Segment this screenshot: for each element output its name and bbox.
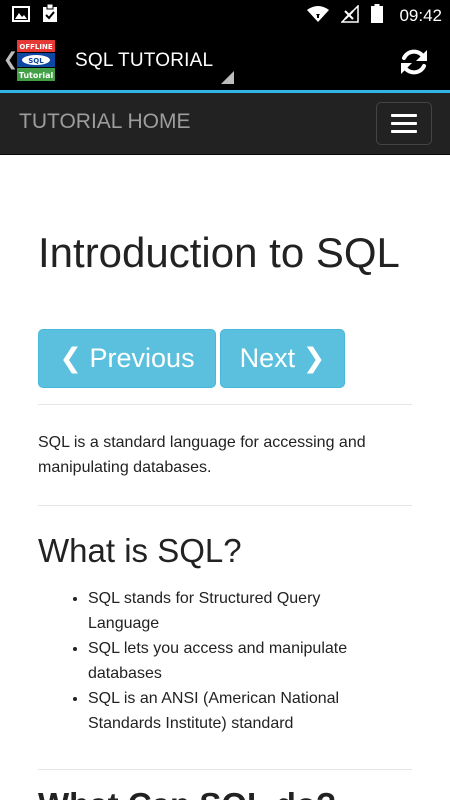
hamburger-bar — [391, 122, 417, 125]
image-icon — [12, 5, 30, 27]
status-right: 09:42 — [307, 3, 442, 28]
navbar-toggle-button[interactable] — [376, 102, 432, 145]
previous-button[interactable]: ❮ Previous — [38, 329, 216, 388]
list-item: SQL lets you access and manipulate datab… — [88, 636, 388, 686]
divider — [38, 505, 412, 506]
app-title[interactable]: SQL TUTORIAL — [75, 50, 213, 72]
signal-icon — [340, 3, 360, 28]
logo-line3: Tutorial — [19, 71, 54, 80]
status-bar: 09:42 — [0, 0, 450, 32]
dropdown-triangle-icon[interactable] — [221, 71, 234, 84]
navbar-brand[interactable]: TUTORIAL HOME — [19, 110, 191, 134]
status-time: 09:42 — [399, 6, 442, 25]
navbar: TUTORIAL HOME — [0, 93, 450, 155]
list-item: SQL stands for Structured Query Language — [88, 586, 388, 636]
refresh-button[interactable] — [394, 42, 434, 82]
hamburger-menu-icon — [391, 114, 417, 117]
screen: 09:42 ❮ OFFLINE SQL Tutorial SQL TUTORIA… — [0, 0, 450, 800]
section-heading: What is SQL? — [38, 532, 242, 569]
logo-line2: SQL — [28, 57, 44, 65]
divider — [38, 769, 412, 770]
page-title: Introduction to SQL — [38, 229, 400, 276]
wifi-icon — [307, 5, 330, 28]
app-logo[interactable]: OFFLINE SQL Tutorial — [14, 40, 58, 82]
battery-icon — [371, 4, 384, 28]
clipboard-check-icon — [42, 3, 58, 28]
divider — [38, 404, 412, 405]
hamburger-bar — [391, 130, 417, 133]
section-heading: What Can SQL do? — [38, 785, 412, 800]
status-left — [12, 3, 58, 28]
next-button[interactable]: Next ❯ — [220, 329, 345, 388]
action-bar: ❮ OFFLINE SQL Tutorial SQL TUTORIAL — [0, 32, 450, 90]
logo-line1: OFFLINE — [19, 43, 52, 51]
list-item: SQL is an ANSI (American National Standa… — [88, 686, 388, 736]
refresh-icon — [401, 49, 427, 75]
intro-text: SQL is a standard language for accessing… — [38, 434, 366, 476]
sql-facts-list: SQL stands for Structured Query Language… — [88, 586, 388, 736]
